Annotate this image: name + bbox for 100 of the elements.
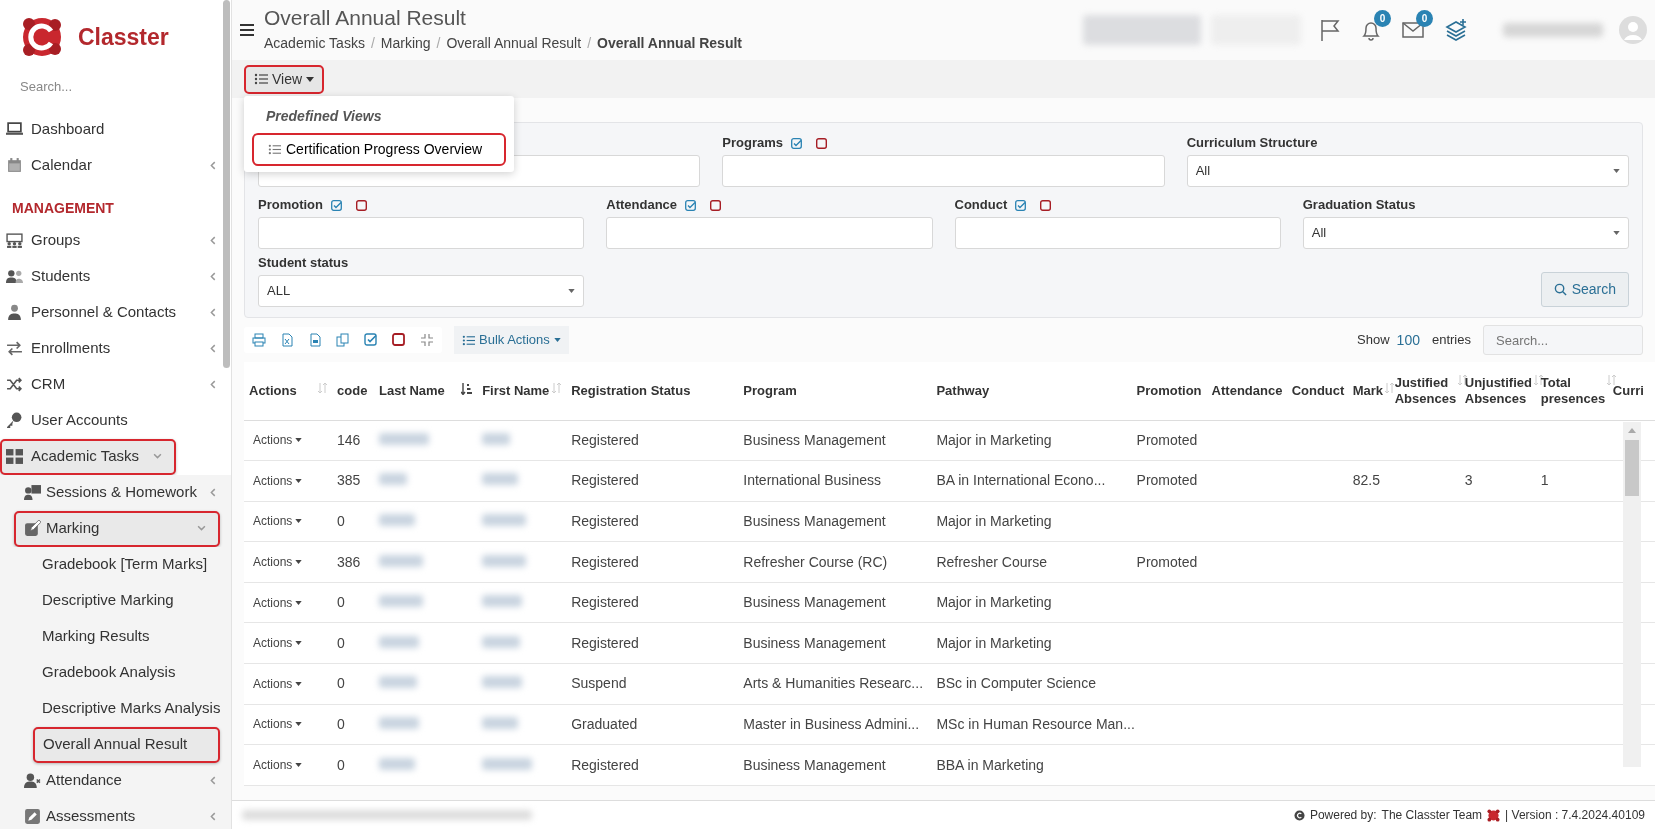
check-square-icon[interactable] (791, 137, 803, 149)
actions-dropdown-button[interactable]: Actions (249, 756, 307, 775)
actions-dropdown-button[interactable]: Actions (249, 634, 307, 653)
sidebar-item[interactable]: Personnel & Contacts (0, 294, 231, 331)
menu-icon[interactable] (240, 24, 254, 36)
actions-dropdown-button[interactable]: Actions (249, 471, 307, 490)
table-link[interactable]: Master in Business Admini... (743, 715, 920, 732)
sidebar-item[interactable]: Academic Tasks (0, 438, 176, 475)
table-cell: Promoted (1136, 431, 1198, 448)
sidebar-item[interactable]: Descriptive Marks Analysis (0, 690, 231, 727)
sidebar-item[interactable]: Groups (0, 222, 231, 259)
grid-icon (6, 448, 23, 465)
sidebar-item[interactable]: Sessions & Homework (0, 474, 231, 511)
bulk-actions-button[interactable]: Bulk Actions (454, 326, 569, 354)
actions-dropdown-button[interactable]: Actions (249, 512, 307, 531)
check-square-icon[interactable] (1015, 199, 1027, 211)
sidebar-item[interactable]: Enrollments (0, 330, 231, 367)
sidebar-item[interactable]: Attendance (0, 762, 231, 799)
blurred-text (482, 635, 521, 648)
table-cell: BBA in Marketing (936, 756, 1044, 773)
input-field[interactable] (722, 155, 1165, 187)
blurred-text (482, 473, 519, 486)
field-label: Promotion (258, 196, 323, 215)
breadcrumb-link[interactable]: Marking (380, 33, 431, 55)
column-header[interactable]: Unjustified Absences (1464, 374, 1532, 407)
sidebar-item[interactable]: Dashboard (0, 111, 231, 148)
input-field[interactable] (954, 217, 1281, 249)
column-header[interactable]: Total presences (1540, 374, 1606, 407)
blurred-text (379, 676, 418, 689)
table-cell: 0 (337, 594, 345, 611)
sidebar-item[interactable]: Marking Results (0, 618, 231, 655)
select-field[interactable]: ALL (258, 275, 585, 307)
spreadsheet-file-icon[interactable] (280, 333, 294, 347)
select-field[interactable]: All (1186, 155, 1629, 187)
square-icon[interactable] (1040, 199, 1052, 211)
document-file-icon[interactable] (308, 333, 322, 347)
actions-dropdown-button[interactable]: Actions (249, 715, 307, 734)
input-field[interactable] (606, 217, 933, 249)
print-icon[interactable] (252, 333, 266, 347)
search-button[interactable]: Search (1540, 272, 1629, 307)
column-header[interactable]: Actions (249, 382, 297, 399)
sidebar-item[interactable]: CRM (0, 366, 231, 403)
blurred-text (482, 757, 533, 770)
square-icon[interactable] (356, 199, 367, 211)
input-field[interactable] (258, 217, 585, 249)
search-field[interactable]: Search... (18, 76, 198, 98)
sidebar-item[interactable]: Marking (14, 510, 220, 547)
scrollbar[interactable] (223, 0, 230, 368)
team-link[interactable]: The Classter Team (1381, 806, 1483, 824)
column-header[interactable]: Last Name (379, 382, 445, 399)
scrollbar-thumb[interactable] (1625, 440, 1639, 496)
dropdown-item[interactable]: Certification Progress Overview (252, 133, 506, 166)
sidebar-item[interactable]: Assessments (0, 798, 231, 829)
sidebar-item[interactable]: Overall Annual Result (33, 726, 220, 763)
dropdown-heading: Predefined Views (265, 107, 383, 126)
search-field[interactable]: Search... (1483, 325, 1643, 355)
scroll-up-icon[interactable] (1628, 428, 1636, 433)
scrollbar[interactable] (1623, 422, 1641, 767)
table-link[interactable]: MSc in Human Resource Man... (936, 715, 1135, 732)
square-icon[interactable] (816, 137, 828, 149)
actions-dropdown-button[interactable]: Actions (249, 674, 307, 693)
flag-icon[interactable] (1319, 18, 1341, 42)
square-icon[interactable] (710, 199, 722, 211)
square-icon[interactable] (392, 333, 406, 347)
check-square-icon[interactable] (364, 333, 378, 347)
sidebar-item[interactable]: Calendar (0, 147, 231, 184)
table-cell: BSc in Computer Science (936, 675, 1096, 692)
breadcrumb-link[interactable]: Academic Tasks (264, 33, 365, 55)
actions-dropdown-button[interactable]: Actions (249, 553, 307, 572)
blurred-text (379, 595, 424, 608)
sidebar-item[interactable]: Gradebook Analysis (0, 654, 231, 691)
presenter-icon (24, 484, 41, 501)
sorted-icon[interactable] (461, 382, 473, 395)
field-label: Attendance (606, 196, 678, 215)
view-dropdown-button[interactable]: View (244, 64, 325, 94)
message-count: 0 (1416, 10, 1433, 27)
select-field[interactable]: All (1302, 217, 1629, 249)
caret-icon (1613, 231, 1620, 235)
sidebar-item[interactable]: User Accounts (0, 402, 231, 439)
breadcrumb-link[interactable]: Overall Annual Result (446, 33, 582, 55)
sidebar-item[interactable]: Descriptive Marking (0, 582, 231, 619)
column-header[interactable]: Justified Absences (1394, 374, 1457, 407)
pencil-icon (24, 808, 41, 825)
copy-icon[interactable] (336, 333, 350, 347)
actions-dropdown-button[interactable]: Actions (249, 431, 307, 450)
entries-select[interactable]: 100 (1396, 329, 1420, 351)
sidebar-item[interactable]: Students (0, 258, 231, 295)
check-square-icon[interactable] (331, 199, 342, 211)
layers-icon[interactable] (1445, 18, 1469, 42)
table-link[interactable]: Arts & Humanities Researc... (743, 675, 924, 692)
compress-icon[interactable] (420, 333, 434, 347)
column-header[interactable]: First Name (482, 382, 550, 399)
column-header[interactable]: Mark (1352, 382, 1384, 399)
field-label: Programs (722, 134, 784, 153)
laptop-icon (6, 121, 23, 138)
list-icon (268, 143, 281, 156)
actions-dropdown-button[interactable]: Actions (249, 593, 307, 612)
table-link[interactable]: BA in International Econo... (936, 472, 1106, 489)
check-square-icon[interactable] (685, 199, 697, 211)
sidebar-item[interactable]: Gradebook [Term Marks] (0, 546, 231, 583)
